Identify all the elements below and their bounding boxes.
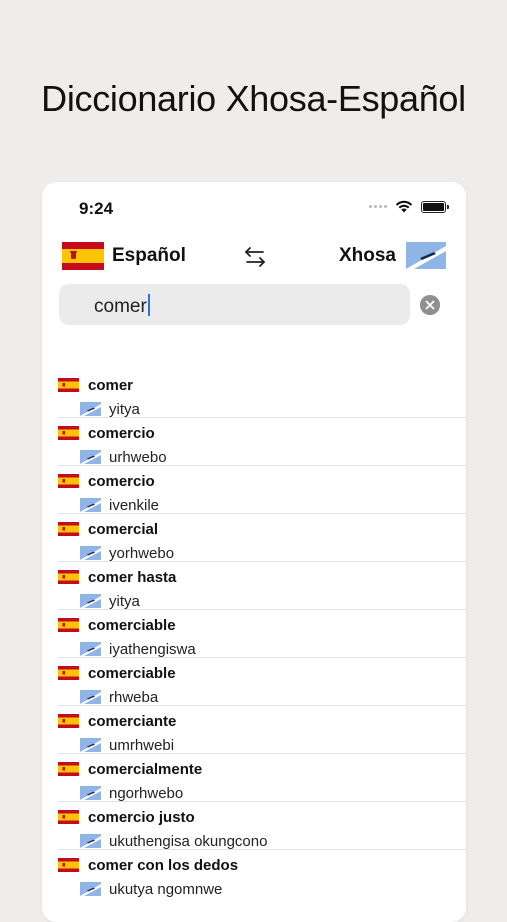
spain-flag-icon [58,426,79,440]
xhosa-translation: yitya [109,400,140,418]
language-bar: Español Xhosa [42,240,466,276]
spain-flag-icon [62,242,104,270]
xhosa-translation: ukuthengisa okungcono [109,832,268,850]
spain-flag-icon [58,714,79,728]
spain-flag-icon [58,666,79,680]
result-entry[interactable]: comer con los dedos ukutya ngomnwe [58,850,466,898]
result-entry[interactable]: comerciable rhweba [58,658,466,706]
swap-languages-icon[interactable] [242,244,268,270]
xhosa-flag-icon [80,834,101,848]
spanish-word: comer con los dedos [88,856,239,874]
source-language-button[interactable]: Español [62,242,186,270]
result-entry[interactable]: comer hasta yitya [58,562,466,610]
xhosa-translation: rhweba [109,688,159,706]
result-entry[interactable]: comercialmente ngorhwebo [58,754,466,802]
xhosa-translation: yitya [109,592,140,610]
phone-screen: 9:24 Español Xhosa comer comer yitya com… [42,182,466,922]
spain-flag-icon [58,858,79,872]
signal-icon [369,205,387,208]
spanish-word: comercialmente [88,760,203,778]
spanish-word: comercio justo [88,808,195,826]
target-language-label: Xhosa [338,244,396,266]
wifi-icon [395,200,413,213]
xhosa-translation: ngorhwebo [109,784,184,802]
xhosa-flag-icon [80,402,101,416]
xhosa-translation: ukutya ngomnwe [109,880,223,898]
spain-flag-icon [58,762,79,776]
text-caret [147,294,150,316]
search-input-value: comer [94,296,147,317]
spain-flag-icon [58,618,79,632]
xhosa-flag-icon [80,450,101,464]
xhosa-flag-icon [80,738,101,752]
spanish-word: comer hasta [88,568,177,586]
battery-icon [421,200,449,213]
spanish-word: comerciable [88,616,176,634]
status-icons [369,200,449,213]
search-input[interactable]: comer [59,284,410,325]
search-row: comer [59,284,449,326]
xhosa-flag-icon [80,498,101,512]
clear-search-icon[interactable] [420,295,440,315]
xhosa-flag-icon [80,594,101,608]
source-language-label: Español [112,245,186,266]
result-entry[interactable]: comercio ivenkile [58,466,466,514]
spanish-word: comerciante [88,712,177,730]
result-entry[interactable]: comer yitya [58,370,466,418]
target-language-button[interactable]: Xhosa [339,242,446,269]
xhosa-flag-icon [80,546,101,560]
spanish-word: comercio [88,472,155,490]
page-title: Diccionario Xhosa-Español [41,78,466,119]
result-entry[interactable]: comercio justo ukuthengisa okungcono [58,802,466,850]
spain-flag-icon [58,810,79,824]
xhosa-translation: yorhwebo [109,544,175,562]
spanish-word: comerciable [88,664,176,682]
status-bar: 9:24 [42,182,466,236]
spain-flag-icon [58,570,79,584]
result-entry[interactable]: comerciable iyathengiswa [58,610,466,658]
xhosa-translation: ivenkile [109,496,160,514]
xhosa-translation: urhwebo [109,448,167,466]
spain-flag-icon [58,474,79,488]
xhosa-flag-icon [80,690,101,704]
xhosa-flag-icon [80,786,101,800]
spain-flag-icon [58,522,79,536]
result-entry[interactable]: comercio urhwebo [58,418,466,466]
spanish-word: comercial [88,520,159,538]
xhosa-translation: umrhwebi [109,736,175,754]
spain-flag-icon [58,378,79,392]
result-entry[interactable]: comerciante umrhwebi [58,706,466,754]
xhosa-flag-icon [80,882,101,896]
xhosa-flag-icon [406,242,446,269]
xhosa-translation: iyathengiswa [109,640,196,658]
result-entry[interactable]: comercial yorhwebo [58,514,466,562]
spanish-word: comercio [88,424,155,442]
xhosa-flag-icon [80,642,101,656]
status-time: 9:24 [79,199,114,218]
spanish-word: comer [88,376,134,394]
results-list: comer yitya comercio urhwebo comercio iv… [42,370,466,898]
